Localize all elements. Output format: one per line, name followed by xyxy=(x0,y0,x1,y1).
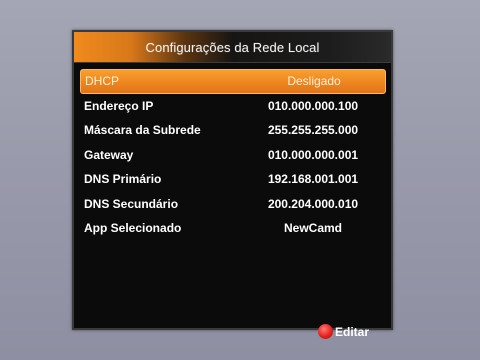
setting-value: 010.000.000.001 xyxy=(267,147,359,162)
setting-label: DNS Secundário xyxy=(84,196,179,211)
network-settings-panel: Configurações da Rede Local DHCP Desliga… xyxy=(72,30,393,330)
setting-value: 200.204.000.010 xyxy=(267,196,359,211)
red-button-icon xyxy=(318,324,333,339)
setting-label: DHCP xyxy=(85,74,120,89)
setting-value: 255.255.255.000 xyxy=(267,123,359,138)
edit-hint-label: Editar xyxy=(335,324,370,339)
setting-value: 192.168.001.001 xyxy=(267,172,359,187)
setting-row-dhcp[interactable]: DHCP Desligado xyxy=(80,69,386,94)
setting-label: App Selecionado xyxy=(84,221,182,236)
setting-label: DNS Primário xyxy=(84,172,162,187)
setting-row-selected-app[interactable]: App Selecionado NewCamd xyxy=(80,216,386,241)
edit-hint[interactable]: Editar xyxy=(318,324,369,339)
page-title: Configurações da Rede Local xyxy=(145,39,320,55)
title-bar: Configurações da Rede Local xyxy=(74,32,391,63)
settings-list: DHCP Desligado Endereço IP 010.000.000.1… xyxy=(80,69,386,241)
setting-row-ip-address[interactable]: Endereço IP 010.000.000.100 xyxy=(80,94,386,119)
setting-value: 010.000.000.100 xyxy=(267,98,359,113)
setting-row-gateway[interactable]: Gateway 010.000.000.001 xyxy=(80,143,386,168)
setting-label: Máscara da Subrede xyxy=(84,123,201,138)
setting-row-primary-dns[interactable]: DNS Primário 192.168.001.001 xyxy=(80,167,386,192)
setting-label: Endereço IP xyxy=(84,98,154,113)
setting-value: Desligado xyxy=(287,74,341,89)
setting-row-subnet-mask[interactable]: Máscara da Subrede 255.255.255.000 xyxy=(80,118,386,143)
setting-row-secondary-dns[interactable]: DNS Secundário 200.204.000.010 xyxy=(80,192,386,217)
setting-label: Gateway xyxy=(84,147,134,162)
setting-value: NewCamd xyxy=(283,221,342,236)
